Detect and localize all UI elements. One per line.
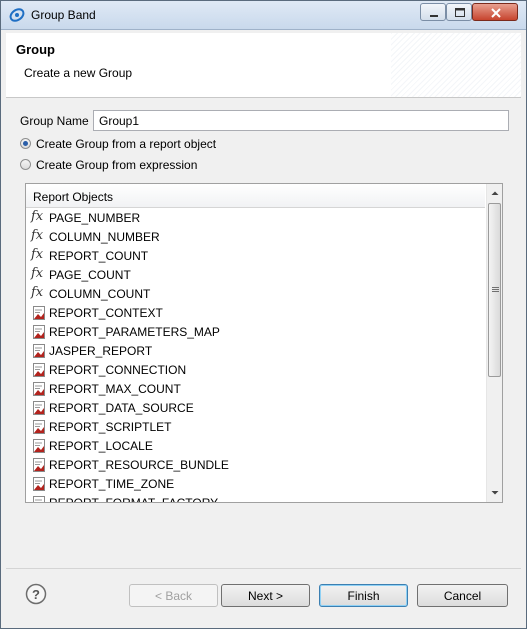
list-item[interactable]: REPORT_FORMAT_FACTORY bbox=[26, 493, 485, 502]
app-icon bbox=[9, 8, 25, 22]
list-item[interactable]: REPORT_LOCALE bbox=[26, 436, 485, 455]
list-item[interactable]: fx PAGE_NUMBER bbox=[26, 208, 485, 227]
radio-report-object-label: Create Group from a report object bbox=[36, 137, 217, 151]
maximize-button[interactable] bbox=[446, 3, 472, 21]
parameter-icon bbox=[33, 477, 45, 491]
list-item-label: REPORT_RESOURCE_BUNDLE bbox=[49, 458, 229, 472]
next-button[interactable]: Next > bbox=[221, 584, 310, 607]
minimize-button[interactable] bbox=[420, 3, 446, 21]
list-item-label: REPORT_COUNT bbox=[49, 249, 149, 263]
wizard-header: Group Create a new Group bbox=[6, 33, 521, 98]
list-item-label: REPORT_DATA_SOURCE bbox=[49, 401, 194, 415]
list-item[interactable]: REPORT_PARAMETERS_MAP bbox=[26, 322, 485, 341]
list-item[interactable]: fx PAGE_COUNT bbox=[26, 265, 485, 284]
fx-icon: fx bbox=[31, 266, 44, 281]
footer-separator bbox=[6, 568, 521, 569]
minimize-icon bbox=[430, 15, 438, 17]
list-item-label: PAGE_NUMBER bbox=[49, 211, 141, 225]
vertical-scrollbar[interactable] bbox=[486, 184, 503, 502]
list-item[interactable]: REPORT_RESOURCE_BUNDLE bbox=[26, 455, 485, 474]
group-name-input[interactable] bbox=[93, 110, 509, 131]
scrollbar-grip-icon bbox=[492, 287, 499, 288]
parameter-icon bbox=[33, 496, 45, 502]
help-icon[interactable]: ? bbox=[25, 583, 47, 605]
list-item-label: REPORT_CONNECTION bbox=[49, 363, 187, 377]
fx-icon: fx bbox=[31, 247, 44, 262]
parameter-icon bbox=[33, 420, 45, 434]
list-item-label: COLUMN_COUNT bbox=[49, 287, 151, 301]
group-band-dialog: Group Band Group Create a new Group Grou… bbox=[0, 0, 527, 629]
parameter-icon bbox=[33, 382, 45, 396]
radio-report-object-button[interactable] bbox=[20, 138, 31, 149]
list-item-label: JASPER_REPORT bbox=[49, 344, 153, 358]
list-item[interactable]: fx COLUMN_COUNT bbox=[26, 284, 485, 303]
scroll-down-icon[interactable] bbox=[487, 485, 503, 501]
header-decoration bbox=[391, 33, 521, 97]
svg-text:?: ? bbox=[32, 587, 40, 602]
list-item[interactable]: fx COLUMN_NUMBER bbox=[26, 227, 485, 246]
cancel-button[interactable]: Cancel bbox=[417, 584, 508, 607]
column-header-label: Report Objects bbox=[33, 190, 114, 204]
report-objects-list[interactable]: Report Objects fx PAGE_NUMBER fx COLUMN_NUM… bbox=[25, 183, 503, 503]
fx-icon: fx bbox=[31, 209, 44, 224]
list-item[interactable]: fx REPORT_COUNT bbox=[26, 246, 485, 265]
report-objects-rows: fx PAGE_NUMBER fx COLUMN_NUMBER fx REPORT_COU… bbox=[26, 208, 485, 502]
page-title: Group bbox=[16, 42, 55, 57]
list-item-label: REPORT_TIME_ZONE bbox=[49, 477, 175, 491]
list-item[interactable]: REPORT_CONNECTION bbox=[26, 360, 485, 379]
fx-icon: fx bbox=[31, 228, 44, 243]
column-header[interactable]: Report Objects bbox=[26, 184, 485, 208]
list-item-label: REPORT_CONTEXT bbox=[49, 306, 163, 320]
parameter-icon bbox=[33, 458, 45, 472]
maximize-icon bbox=[455, 8, 465, 17]
radio-expression-button[interactable] bbox=[20, 159, 31, 170]
parameter-icon bbox=[33, 439, 45, 453]
list-item[interactable]: REPORT_CONTEXT bbox=[26, 303, 485, 322]
list-item[interactable]: REPORT_MAX_COUNT bbox=[26, 379, 485, 398]
group-name-label: Group Name bbox=[20, 114, 89, 128]
page-description: Create a new Group bbox=[24, 66, 133, 80]
list-item[interactable]: REPORT_DATA_SOURCE bbox=[26, 398, 485, 417]
scrollbar-thumb[interactable] bbox=[488, 203, 501, 377]
back-button[interactable]: < Back bbox=[129, 584, 218, 607]
list-item-label: REPORT_MAX_COUNT bbox=[49, 382, 181, 396]
list-item[interactable]: REPORT_SCRIPTLET bbox=[26, 417, 485, 436]
close-icon bbox=[491, 8, 501, 18]
parameter-icon bbox=[33, 401, 45, 415]
list-item[interactable]: JASPER_REPORT bbox=[26, 341, 485, 360]
list-item-label: REPORT_PARAMETERS_MAP bbox=[49, 325, 220, 339]
parameter-icon bbox=[33, 306, 45, 320]
scroll-up-icon[interactable] bbox=[487, 185, 503, 201]
close-button[interactable] bbox=[472, 3, 518, 21]
parameter-icon bbox=[33, 344, 45, 358]
title-bar[interactable]: Group Band bbox=[1, 1, 526, 30]
list-item-label: REPORT_LOCALE bbox=[49, 439, 153, 453]
list-item-label: REPORT_FORMAT_FACTORY bbox=[49, 496, 218, 502]
parameter-icon bbox=[33, 363, 45, 377]
window-title: Group Band bbox=[31, 8, 96, 22]
list-item-label: REPORT_SCRIPTLET bbox=[49, 420, 172, 434]
finish-button[interactable]: Finish bbox=[319, 584, 408, 607]
list-item[interactable]: REPORT_TIME_ZONE bbox=[26, 474, 485, 493]
fx-icon: fx bbox=[31, 285, 44, 300]
list-item-label: COLUMN_NUMBER bbox=[49, 230, 160, 244]
parameter-icon bbox=[33, 325, 45, 339]
list-item-label: PAGE_COUNT bbox=[49, 268, 131, 282]
radio-expression-label: Create Group from expression bbox=[36, 158, 198, 172]
